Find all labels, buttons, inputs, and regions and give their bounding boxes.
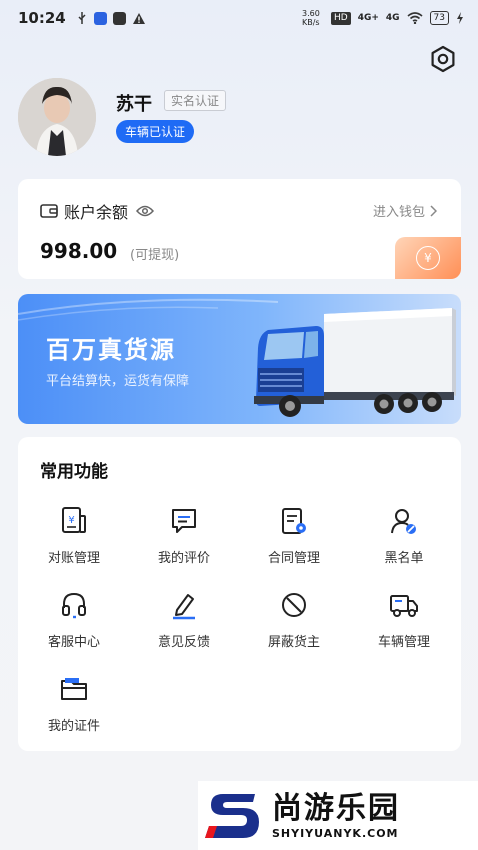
realname-tag[interactable]: 实名认证 <box>164 90 227 111</box>
eye-icon[interactable] <box>136 205 155 217</box>
comment-icon <box>172 509 196 533</box>
contract-icon <box>282 508 306 534</box>
status-time: 10:24 <box>18 9 66 27</box>
hd-badge: HD <box>330 11 351 25</box>
watermark-en: SHYIYUANYK.COM <box>272 827 399 840</box>
func-contracts[interactable]: 合同管理 <box>244 505 344 575</box>
notification-icons <box>76 11 146 25</box>
charging-icon <box>457 12 463 24</box>
enter-wallet-label: 进入钱包 <box>372 205 425 220</box>
truck-icon <box>390 595 418 617</box>
watermark-cn: 尚游乐园 <box>272 791 400 826</box>
wallet-decoration: ¥ <box>395 237 461 279</box>
func-label: 意见反馈 <box>157 635 210 650</box>
site-watermark: 尚游乐园 SHYIYUANYK.COM <box>198 781 478 850</box>
pen-icon <box>173 594 195 620</box>
func-vehicle-management[interactable]: 车辆管理 <box>354 589 454 659</box>
wallet-title: 账户余额 <box>64 203 129 222</box>
gear-icon <box>431 45 455 73</box>
watermark-s-logo <box>205 793 259 838</box>
app-icon-1 <box>93 11 107 25</box>
svg-text:¥: ¥ <box>68 515 74 526</box>
truck-illustration <box>254 308 456 417</box>
wifi-icon <box>407 12 423 24</box>
func-block-shipper[interactable]: 屏蔽货主 <box>244 589 344 659</box>
avatar-photo <box>18 78 96 156</box>
folder-icon <box>61 678 87 700</box>
headset-icon <box>62 592 86 619</box>
func-label: 我的评价 <box>157 551 210 566</box>
chevron-right-icon <box>430 204 437 217</box>
func-my-documents[interactable]: 我的证件 <box>24 673 124 743</box>
network-speed: 3.60 KB/s <box>301 9 320 27</box>
wallet-icon <box>40 204 58 218</box>
func-blacklist[interactable]: 黑名单 <box>354 505 454 575</box>
signal-4g: 4G <box>385 13 400 23</box>
func-label: 车辆管理 <box>377 635 430 650</box>
func-label: 合同管理 <box>267 551 320 566</box>
blacklist-icon <box>391 509 416 534</box>
func-statement[interactable]: ¥ 对账管理 <box>24 505 124 575</box>
functions-title: 常用功能 <box>40 462 108 482</box>
func-customer-service[interactable]: 客服中心 <box>24 589 124 659</box>
settings-button[interactable] <box>426 42 460 76</box>
enter-wallet-link[interactable]: 进入钱包 <box>373 201 437 220</box>
func-label: 客服中心 <box>47 635 100 650</box>
func-label: 屏蔽货主 <box>267 635 320 650</box>
watermark-logo <box>198 786 268 846</box>
warning-icon <box>132 12 145 24</box>
vehicle-verified-badge: 车辆已认证 <box>116 120 195 143</box>
statement-icon: ¥ <box>62 507 86 533</box>
signal-4gplus: 4G+ <box>357 13 379 23</box>
withdrawable-note: (可提现) <box>130 248 180 263</box>
block-icon <box>282 593 306 617</box>
banner-title: 百万真货源 <box>46 336 176 364</box>
status-bar: 10:24 3.60 KB/s HD 4G+ 4G 73 <box>0 0 478 36</box>
func-label: 对账管理 <box>47 551 100 566</box>
battery-indicator: 73 <box>429 11 449 25</box>
func-feedback[interactable]: 意见反馈 <box>134 589 234 659</box>
func-label: 黑名单 <box>384 551 424 566</box>
func-my-reviews[interactable]: 我的评价 <box>134 505 234 575</box>
promo-banner[interactable]: 百万真货源 平台结算快，运货有保障 <box>18 294 461 424</box>
wallet-title-row: 账户余额 <box>40 199 155 223</box>
usb-icon <box>78 12 86 24</box>
avatar[interactable] <box>18 78 96 156</box>
user-name: 苏干 <box>116 94 152 115</box>
coin-icon: ¥ <box>416 246 440 270</box>
common-functions-card: 常用功能 ¥ 对账管理 我的评价 合同管理 黑名单 客服中心 意见反馈 屏蔽货主… <box>18 437 461 751</box>
app-icon-2 <box>112 11 126 25</box>
watermark-text: 尚游乐园 SHYIYUANYK.COM <box>272 791 400 840</box>
wallet-card: 账户余额 进入钱包 998.00 (可提现) ¥ <box>18 179 461 279</box>
banner-subtitle: 平台结算快，运货有保障 <box>46 374 190 389</box>
system-indicators: 3.60 KB/s HD 4G+ 4G 73 <box>302 9 464 27</box>
func-label: 我的证件 <box>47 719 100 734</box>
balance-amount: 998.00 <box>40 239 118 263</box>
